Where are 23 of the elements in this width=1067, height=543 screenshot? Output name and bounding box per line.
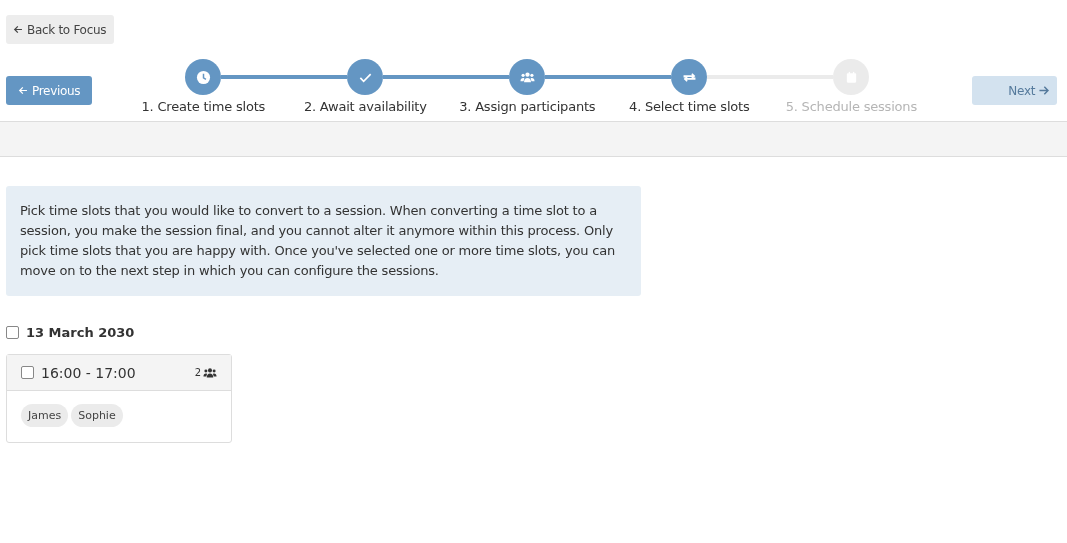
step-circle[interactable] bbox=[671, 59, 708, 95]
checkbox[interactable] bbox=[6, 326, 19, 339]
arrow-left-icon bbox=[13, 24, 24, 35]
clock-icon bbox=[195, 69, 211, 85]
step-label: 1. Create time slots bbox=[141, 99, 266, 114]
step-label: 4. Select time slots bbox=[629, 99, 750, 114]
arrow-right-icon bbox=[1037, 84, 1051, 97]
back-button[interactable]: Back to Focus bbox=[6, 15, 115, 44]
step-label: 3. Assign participants bbox=[459, 99, 596, 114]
participant-chip: James bbox=[21, 404, 69, 427]
step-label: 2. Await availability bbox=[303, 99, 427, 114]
step-label: 5. Schedule sessions bbox=[785, 99, 917, 114]
previous-button[interactable]: Previous bbox=[6, 76, 93, 105]
checkbox[interactable] bbox=[21, 366, 34, 379]
info-message: Pick time slots that you would like to convert to a session. When converting a time slot to a session, you make the session final, and you cannot alter it anymore within this process. Only pick time slots that you are happy with. Once you've selected one or more time slots, you can move on to the next step in which you can configure the sessions. bbox=[6, 186, 641, 296]
step-circle[interactable] bbox=[347, 59, 384, 95]
participant-count: 2 bbox=[194, 367, 201, 378]
slot-time: 16:00 - 17:00 bbox=[41, 364, 137, 381]
step-circle[interactable] bbox=[185, 59, 222, 95]
participant-chip: Sophie bbox=[71, 404, 123, 427]
date-heading: 13 March 2030 bbox=[26, 325, 135, 340]
arrow-left-icon bbox=[18, 85, 29, 96]
step-circle[interactable] bbox=[509, 59, 546, 95]
